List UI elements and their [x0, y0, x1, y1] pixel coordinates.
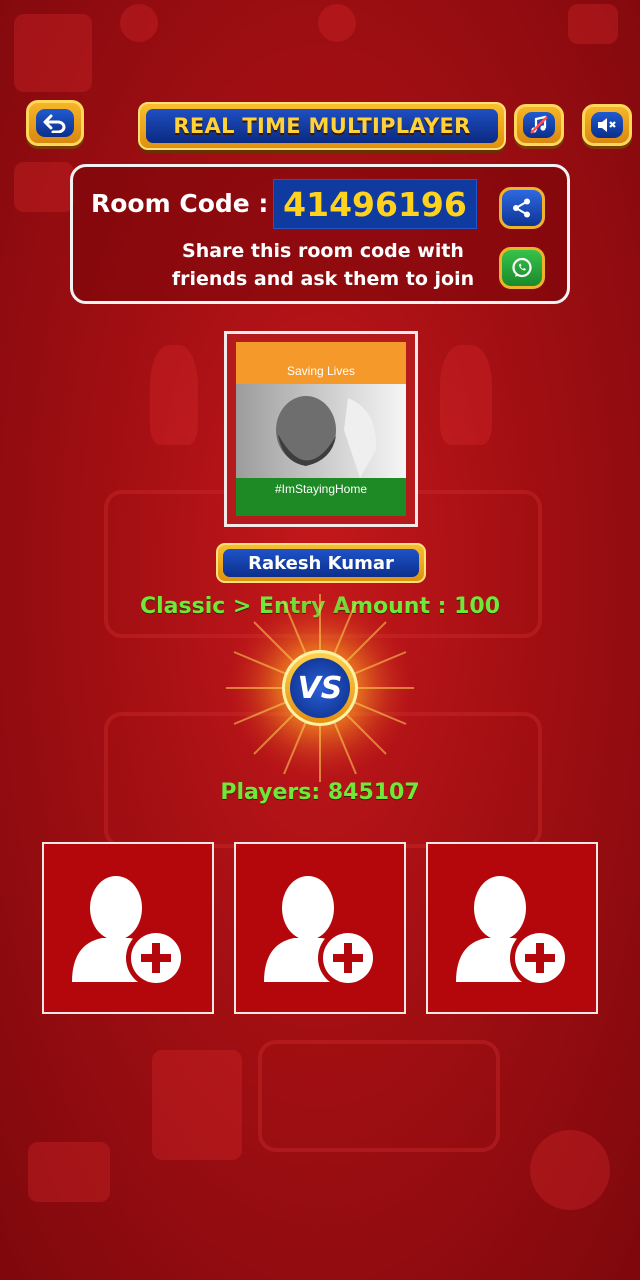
add-player-icon	[264, 876, 378, 988]
bg-shop-icon	[568, 4, 618, 44]
room-code-panel: Room Code : 41496196 Share this room cod…	[70, 164, 570, 304]
player-name-plate: Rakesh Kumar	[216, 543, 426, 583]
page-title: REAL TIME MULTIPLAYER	[173, 114, 471, 138]
avatar: Saving Lives #ImStayingHome	[236, 342, 406, 516]
share-icon	[513, 198, 530, 218]
bg-dice-cup	[152, 1050, 242, 1160]
bg-7updown-box	[258, 1040, 500, 1152]
player-avatar-frame: Saving Lives #ImStayingHome	[224, 331, 418, 527]
players-online-count: Players: 845107	[220, 780, 420, 805]
share-text-line2: friends and ask them to join	[171, 268, 475, 290]
player-name: Rakesh Kumar	[223, 549, 419, 577]
share-text-line1: Share this room code with	[182, 240, 464, 262]
vs-label: VS	[290, 658, 350, 718]
avatar-bottom-text: #ImStayingHome	[274, 482, 368, 496]
bg-video-icon	[28, 1142, 110, 1202]
sound-toggle-button[interactable]	[582, 104, 632, 146]
add-player-icon	[72, 876, 186, 988]
invite-slot-1[interactable]	[42, 842, 214, 1014]
bg-spin-wheel	[530, 1130, 610, 1210]
vs-coin: VS	[282, 650, 358, 726]
bg-pawn-right	[440, 345, 492, 445]
whatsapp-button[interactable]	[499, 247, 545, 289]
back-button[interactable]	[26, 100, 84, 146]
whatsapp-icon	[512, 257, 532, 278]
bg-pawn-left	[150, 345, 198, 445]
bg-gem-icon	[120, 4, 158, 42]
vs-badge: VS	[220, 590, 420, 790]
sound-mute-icon	[591, 112, 623, 138]
music-toggle-button[interactable]	[514, 104, 564, 146]
title-banner: REAL TIME MULTIPLAYER	[138, 102, 506, 150]
share-instructions: Share this room code with friends and as…	[163, 237, 483, 293]
invite-slot-3[interactable]	[426, 842, 598, 1014]
bg-plus-icon	[318, 4, 356, 42]
music-off-icon	[523, 112, 555, 138]
invite-slot-2[interactable]	[234, 842, 406, 1014]
avatar-top-text: Saving Lives	[286, 364, 356, 378]
back-arrow-icon	[36, 109, 74, 137]
bg-exit-icon	[14, 162, 74, 212]
bg-profile-frame	[14, 14, 92, 92]
room-code-value[interactable]: 41496196	[273, 179, 477, 229]
share-button[interactable]	[499, 187, 545, 229]
add-player-icon	[456, 876, 570, 988]
avatar-portrait	[276, 396, 377, 478]
room-code-label: Room Code :	[91, 189, 269, 218]
